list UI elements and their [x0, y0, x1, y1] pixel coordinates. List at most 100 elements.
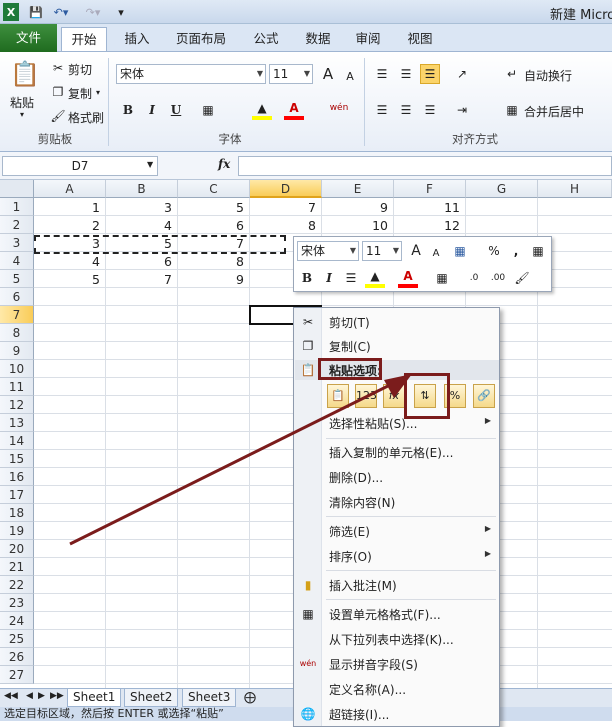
wrap-text-button[interactable]: 自动换行 — [524, 67, 572, 84]
cell[interactable]: 11 — [394, 199, 466, 217]
bold-button[interactable]: B — [118, 100, 138, 120]
row-header[interactable]: 20 — [0, 540, 34, 558]
row-header[interactable]: 3 — [0, 234, 34, 252]
mini-font-combo[interactable]: 宋体 ▼ — [297, 241, 359, 261]
cut-button[interactable]: 剪切 — [68, 61, 92, 78]
italic-button[interactable]: I — [142, 100, 162, 120]
menu-item-copy[interactable]: ❐ 复制(C) — [294, 335, 499, 357]
menu-item-define-name[interactable]: 定义名称(A)... — [294, 678, 499, 700]
cell[interactable]: 9 — [322, 199, 394, 217]
row-header[interactable]: 9 — [0, 342, 34, 360]
cell[interactable]: 4 — [106, 217, 178, 235]
underline-button[interactable]: U — [166, 100, 186, 120]
format-painter-button[interactable]: 格式刷 — [68, 109, 104, 126]
decrease-decimal-icon[interactable]: .00 — [488, 268, 508, 288]
fill-color-icon[interactable]: ▲ — [365, 268, 385, 288]
font-color-icon[interactable]: A — [284, 100, 304, 120]
menu-item-paste-special[interactable]: 选择性粘贴(S)... ▶ — [294, 412, 499, 434]
grow-font-icon[interactable]: A — [406, 241, 426, 261]
align-top-icon[interactable]: ☰ — [372, 64, 392, 84]
cell[interactable]: 5 — [178, 199, 250, 217]
cell[interactable]: 5 — [34, 271, 106, 289]
row-header[interactable]: 12 — [0, 396, 34, 414]
row-header[interactable]: 23 — [0, 594, 34, 612]
row-header[interactable]: 1 — [0, 198, 34, 216]
sheet-nav-next-icon[interactable]: ▶ — [38, 691, 45, 701]
column-header[interactable]: D — [250, 180, 322, 198]
menu-item-insert-copied[interactable]: 插入复制的单元格(E)... — [294, 441, 499, 463]
font-color-icon[interactable]: A — [398, 268, 418, 288]
column-header[interactable]: F — [394, 180, 466, 198]
border-icon[interactable]: ▦ — [198, 100, 218, 120]
menu-item-filter[interactable]: 筛选(E) ▶ — [294, 520, 499, 542]
tab-file[interactable]: 文件 — [0, 24, 57, 52]
menu-item-clear[interactable]: 清除内容(N) — [294, 491, 499, 513]
tab-formulas[interactable]: 公式 — [246, 27, 286, 51]
insert-sheet-icon[interactable]: ⨁ — [244, 690, 256, 704]
menu-item-pick-list[interactable]: 从下拉列表中选择(K)... — [294, 628, 499, 650]
paste-button[interactable]: 粘贴 — [10, 94, 34, 111]
cell[interactable]: 8 — [250, 217, 322, 235]
row-header[interactable]: 24 — [0, 612, 34, 630]
copy-button[interactable]: 复制 — [68, 85, 92, 102]
row-header[interactable]: 14 — [0, 432, 34, 450]
grow-font-icon[interactable]: A — [318, 64, 338, 84]
cell[interactable]: 7 — [106, 271, 178, 289]
sheet-tab-sheet2[interactable]: Sheet2 — [124, 689, 179, 707]
name-box[interactable]: D7 — [2, 156, 158, 176]
paste-icon[interactable]: 📋 — [10, 58, 40, 90]
align-middle-icon[interactable]: ☰ — [396, 64, 416, 84]
font-size-combo[interactable]: 11 ▼ — [269, 64, 313, 84]
redo-icon[interactable]: ↷▾ — [82, 3, 104, 21]
format-table-icon[interactable]: ▦ — [528, 241, 548, 261]
row-header[interactable]: 27 — [0, 666, 34, 684]
row-header[interactable]: 17 — [0, 486, 34, 504]
cell[interactable]: 12 — [394, 217, 466, 235]
cell[interactable]: 9 — [178, 271, 250, 289]
comma-button[interactable]: , — [506, 241, 526, 261]
align-bottom-icon[interactable]: ☰ — [420, 64, 440, 84]
row-header[interactable]: 8 — [0, 324, 34, 342]
copy-dropdown-icon[interactable]: ▾ — [96, 88, 100, 97]
tab-home[interactable]: 开始 — [61, 27, 107, 51]
cell[interactable]: 4 — [34, 253, 106, 271]
menu-item-insert-comment[interactable]: ▮ 插入批注(M) — [294, 574, 499, 596]
row-header[interactable]: 18 — [0, 504, 34, 522]
orientation-icon[interactable]: ↗ — [452, 64, 472, 84]
row-header[interactable]: 6 — [0, 288, 34, 306]
save-icon[interactable]: 💾 — [28, 3, 44, 21]
paste-option-values-icon[interactable]: 123 — [355, 384, 377, 408]
column-header[interactable]: B — [106, 180, 178, 198]
align-center-icon[interactable]: ☰ — [341, 268, 361, 288]
sheet-nav-prev-icon[interactable]: ◀ — [26, 691, 33, 701]
row-header[interactable]: 13 — [0, 414, 34, 432]
paste-option-link-icon[interactable]: 🔗 — [473, 384, 495, 408]
tab-page-layout[interactable]: 页面布局 — [168, 27, 234, 51]
row-header[interactable]: 19 — [0, 522, 34, 540]
row-header[interactable]: 21 — [0, 558, 34, 576]
column-header[interactable]: G — [466, 180, 538, 198]
sheet-tab-sheet1[interactable]: Sheet1 — [67, 689, 122, 707]
sheet-nav-last-icon[interactable]: ▶▶ — [50, 691, 64, 701]
percent-button[interactable]: % — [484, 241, 504, 261]
border-icon[interactable]: ▦ — [432, 268, 452, 288]
row-header[interactable]: 25 — [0, 630, 34, 648]
chevron-down-icon[interactable]: ▼ — [147, 160, 153, 169]
tab-insert[interactable]: 插入 — [116, 27, 158, 51]
increase-decimal-icon[interactable]: .0 — [464, 268, 484, 288]
font-name-combo[interactable]: 宋体 ▼ — [116, 64, 266, 84]
cell[interactable]: 7 — [250, 199, 322, 217]
cell[interactable]: 8 — [178, 253, 250, 271]
tab-data[interactable]: 数据 — [298, 27, 338, 51]
fx-icon[interactable]: fx — [218, 157, 230, 171]
fill-color-icon[interactable]: ▲ — [252, 100, 272, 120]
menu-item-hyperlink[interactable]: 🌐 超链接(I)... — [294, 703, 499, 725]
indent-icon[interactable]: ⇥ — [452, 100, 472, 120]
mini-italic-button[interactable]: I — [319, 268, 339, 288]
cell[interactable]: 6 — [178, 217, 250, 235]
column-header[interactable]: H — [538, 180, 612, 198]
align-right-icon[interactable]: ☰ — [420, 100, 440, 120]
format-painter-icon[interactable]: 🖌 — [512, 268, 532, 288]
select-all-corner[interactable] — [0, 180, 34, 198]
menu-item-sort[interactable]: 排序(O) ▶ — [294, 545, 499, 567]
